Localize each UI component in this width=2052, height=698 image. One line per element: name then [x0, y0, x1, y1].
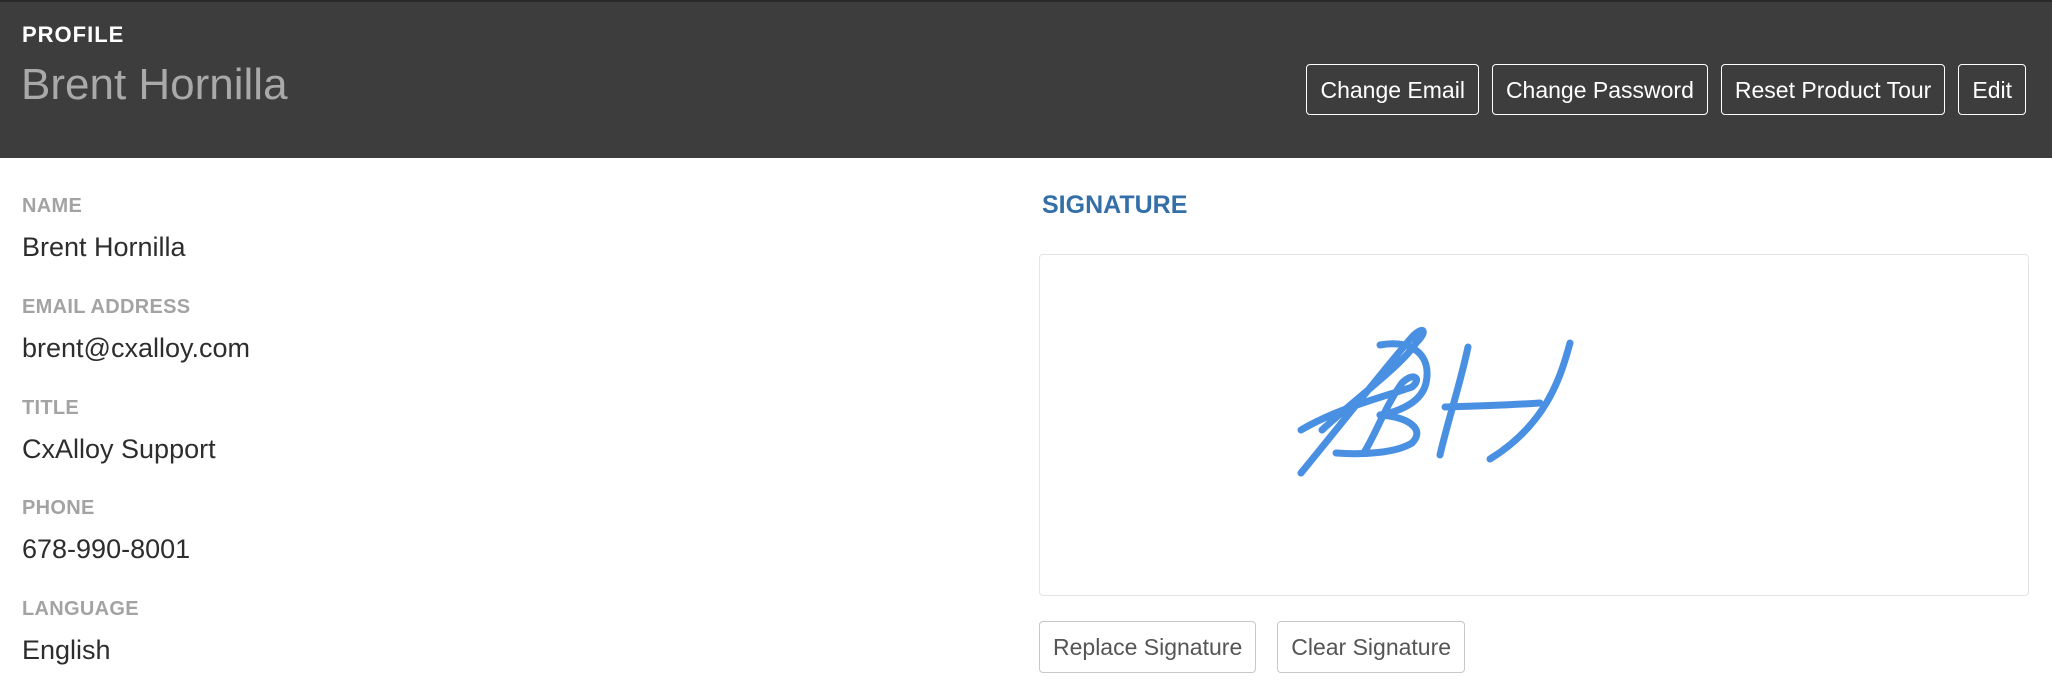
change-email-button[interactable]: Change Email [1306, 64, 1479, 115]
signature-pad[interactable] [1039, 254, 2029, 596]
language-label: LANGUAGE [22, 598, 139, 620]
edit-button[interactable]: Edit [1958, 64, 2026, 115]
profile-header: PROFILE Brent Hornilla Change Email Chan… [0, 0, 2052, 158]
reset-product-tour-button[interactable]: Reset Product Tour [1720, 64, 1946, 115]
title-value: CxAlloy Support [22, 434, 216, 464]
header-actions: Change Email Change Password Reset Produ… [1306, 64, 2026, 115]
section-label: PROFILE [22, 22, 125, 47]
name-value: Brent Hornilla [22, 232, 186, 262]
signature-actions: Replace Signature Clear Signature [1039, 621, 1466, 673]
change-password-button[interactable]: Change Password [1491, 64, 1708, 115]
phone-label: PHONE [22, 497, 95, 519]
page-title: Brent Hornilla [21, 60, 288, 109]
phone-value: 678-990-8001 [22, 534, 191, 564]
replace-signature-button[interactable]: Replace Signature [1039, 621, 1257, 673]
email-value: brent@cxalloy.com [22, 333, 250, 363]
title-label: TITLE [22, 397, 80, 419]
language-value: English [22, 635, 111, 665]
email-label: EMAIL ADDRESS [22, 296, 191, 318]
signature-heading: SIGNATURE [1042, 191, 1188, 219]
name-label: NAME [22, 195, 83, 217]
clear-signature-button[interactable]: Clear Signature [1277, 621, 1466, 673]
signature-image [1297, 326, 1574, 477]
